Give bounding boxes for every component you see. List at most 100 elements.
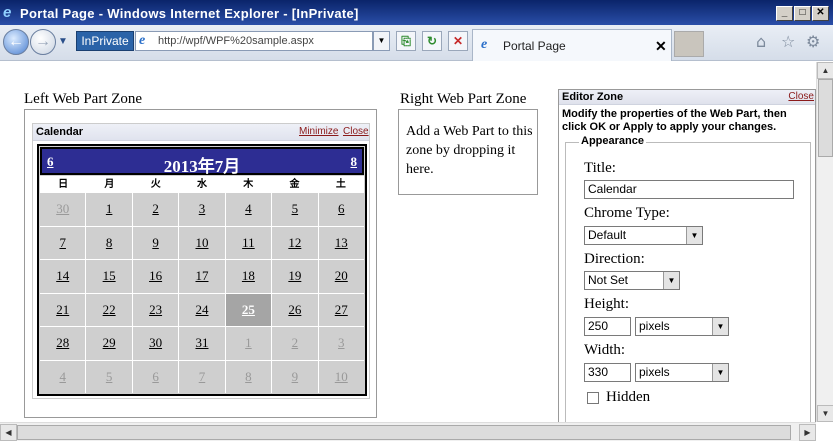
- back-button[interactable]: ←: [3, 29, 29, 55]
- scroll-up-button[interactable]: ▲: [817, 62, 833, 79]
- calendar-day[interactable]: 20: [318, 260, 364, 293]
- height-label: Height:: [584, 296, 629, 312]
- calendar: 2013年7月 6 8 日月火水木金土 30 1 2 3 4 5 6 7 8 9 10 11 12 13 1…: [37, 144, 367, 396]
- calendar-day[interactable]: 31: [179, 327, 225, 360]
- vertical-scrollbar[interactable]: ▲ ▼: [816, 62, 833, 422]
- right-web-part-zone: Add a Web Part to this zone by dropping …: [398, 109, 538, 195]
- appearance-legend: Appearance: [579, 135, 646, 147]
- scroll-left-button[interactable]: ◀: [0, 424, 17, 441]
- calendar-day[interactable]: 1: [225, 327, 272, 360]
- calendar-day[interactable]: 30: [40, 193, 86, 226]
- address-bar[interactable]: e http://wpf/WPF%20sample.aspx: [135, 31, 373, 51]
- compatibility-view-button[interactable]: ⎘: [396, 31, 416, 51]
- vertical-scroll-thumb[interactable]: [818, 79, 833, 157]
- minimize-link[interactable]: Minimize: [299, 126, 338, 137]
- refresh-button[interactable]: ↻: [422, 31, 442, 51]
- inprivate-badge[interactable]: InPrivate: [76, 31, 134, 51]
- tab-portal-page[interactable]: e Portal Page ✕: [472, 29, 672, 61]
- address-dropdown-button[interactable]: ▼: [373, 31, 390, 51]
- calendar-day[interactable]: 5: [272, 193, 318, 226]
- calendar-day[interactable]: 15: [86, 260, 132, 293]
- editor-instructions: Modify the properties of the Web Part, t…: [562, 108, 787, 133]
- calendar-day-today[interactable]: 25: [225, 293, 272, 326]
- calendar-day[interactable]: 8: [225, 360, 272, 393]
- calendar-day[interactable]: 27: [318, 293, 364, 326]
- tools-gear-icon[interactable]: ⚙: [806, 32, 820, 51]
- home-icon[interactable]: ⌂: [756, 32, 766, 51]
- forward-button[interactable]: →: [30, 29, 56, 55]
- calendar-day[interactable]: 26: [272, 293, 318, 326]
- close-link[interactable]: Close: [343, 126, 369, 137]
- calendar-day[interactable]: 1: [86, 193, 132, 226]
- calendar-day[interactable]: 9: [132, 226, 179, 259]
- new-tab-button[interactable]: [674, 31, 704, 57]
- tab-close-icon[interactable]: ✕: [655, 38, 667, 55]
- editor-zone-title: Editor Zone: [562, 91, 624, 103]
- recent-pages-dropdown-icon[interactable]: ▼: [58, 36, 68, 47]
- calendar-day[interactable]: 10: [318, 360, 364, 393]
- width-field[interactable]: 330: [584, 363, 631, 382]
- horizontal-scrollbar[interactable]: ◀ ▶: [0, 422, 816, 441]
- tab-label: Portal Page: [503, 39, 566, 53]
- calendar-day[interactable]: 21: [40, 293, 86, 326]
- calendar-day[interactable]: 2: [272, 327, 318, 360]
- calendar-day[interactable]: 6: [132, 360, 179, 393]
- calendar-day[interactable]: 14: [40, 260, 86, 293]
- calendar-day[interactable]: 3: [318, 327, 364, 360]
- address-url[interactable]: http://wpf/WPF%20sample.aspx: [158, 35, 314, 47]
- calendar-web-part: Calendar Minimize Close 2013年7月 6 8 日 月 火 水…: [32, 123, 370, 399]
- calendar-day[interactable]: 4: [40, 360, 86, 393]
- title-label: Title:: [584, 160, 616, 176]
- close-window-button[interactable]: ✕: [812, 6, 829, 21]
- calendar-day[interactable]: 29: [86, 327, 132, 360]
- chrome-type-value: Default: [588, 228, 627, 242]
- page-icon: e: [139, 33, 146, 48]
- height-field[interactable]: 250: [584, 317, 631, 336]
- calendar-day[interactable]: 8: [86, 226, 132, 259]
- scroll-right-button[interactable]: ▶: [799, 424, 816, 441]
- title-field[interactable]: Calendar: [584, 180, 794, 199]
- calendar-day[interactable]: 30: [132, 327, 179, 360]
- calendar-day[interactable]: 3: [179, 193, 225, 226]
- minimize-window-button[interactable]: _: [776, 6, 793, 21]
- calendar-day[interactable]: 13: [318, 226, 364, 259]
- day-of-week-header: 日月火水木金土: [40, 176, 364, 193]
- appearance-fieldset: Appearance Title: Calendar Chrome Type: …: [565, 135, 811, 422]
- maximize-window-button[interactable]: □: [794, 6, 811, 21]
- chrome-type-select[interactable]: Default ▼: [584, 226, 703, 245]
- calendar-day[interactable]: 11: [225, 226, 272, 259]
- calendar-day[interactable]: 16: [132, 260, 179, 293]
- scroll-down-button[interactable]: ▼: [817, 405, 833, 422]
- calendar-day[interactable]: 7: [179, 360, 225, 393]
- height-unit-select[interactable]: pixels ▼: [635, 317, 729, 336]
- calendar-day[interactable]: 4: [225, 193, 272, 226]
- width-unit-select[interactable]: pixels ▼: [635, 363, 729, 382]
- calendar-day[interactable]: 12: [272, 226, 318, 259]
- calendar-day[interactable]: 22: [86, 293, 132, 326]
- month-label: 2013年7月: [163, 157, 241, 176]
- calendar-day[interactable]: 23: [132, 293, 179, 326]
- direction-select[interactable]: Not Set ▼: [584, 271, 680, 290]
- calendar-title-bar: 2013年7月 6 8: [40, 147, 364, 176]
- editor-close-link[interactable]: Close: [788, 91, 814, 102]
- hidden-checkbox[interactable]: [587, 392, 599, 404]
- calendar-day[interactable]: 17: [179, 260, 225, 293]
- calendar-day[interactable]: 19: [272, 260, 318, 293]
- horizontal-scroll-thumb[interactable]: [17, 425, 791, 440]
- left-web-part-zone: Calendar Minimize Close 2013年7月 6 8 日 月 火 水…: [24, 109, 377, 418]
- height-unit-value: pixels: [639, 319, 670, 333]
- window-title: Portal Page - Windows Internet Explorer …: [20, 6, 359, 21]
- calendar-day[interactable]: 5: [86, 360, 132, 393]
- previous-month-link[interactable]: 6: [47, 154, 54, 170]
- stop-button[interactable]: ✕: [448, 31, 468, 51]
- calendar-day[interactable]: 18: [225, 260, 272, 293]
- calendar-day[interactable]: 7: [40, 226, 86, 259]
- favorites-icon[interactable]: ☆: [781, 32, 795, 51]
- calendar-day[interactable]: 2: [132, 193, 179, 226]
- next-month-link[interactable]: 8: [351, 154, 358, 170]
- calendar-day[interactable]: 10: [179, 226, 225, 259]
- calendar-day[interactable]: 9: [272, 360, 318, 393]
- calendar-day[interactable]: 6: [318, 193, 364, 226]
- calendar-day[interactable]: 28: [40, 327, 86, 360]
- calendar-day[interactable]: 24: [179, 293, 225, 326]
